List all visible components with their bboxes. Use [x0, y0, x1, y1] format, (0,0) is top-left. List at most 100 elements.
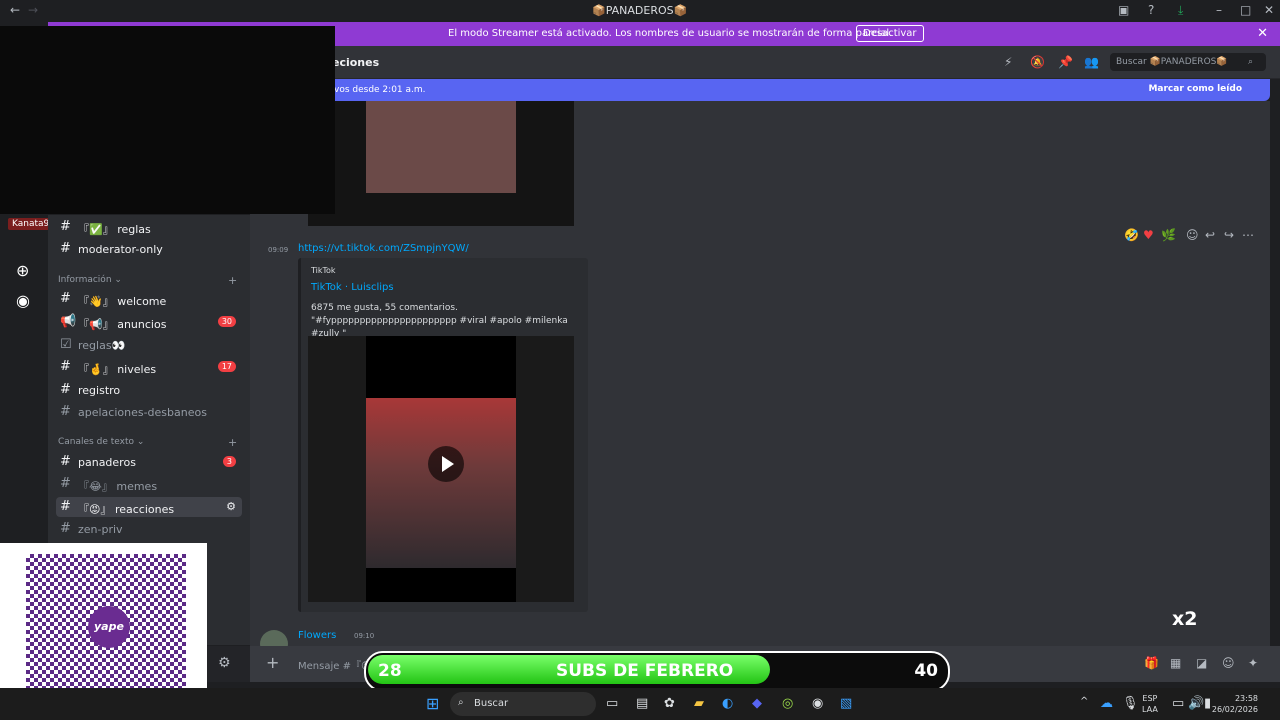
minimize-icon[interactable]: – [1216, 3, 1222, 17]
reply-icon[interactable]: ↩ [1205, 228, 1215, 242]
pin-icon[interactable]: 📌 [1058, 55, 1073, 69]
unread-badge: 30 [217, 316, 236, 327]
megaphone-icon: 📢 [60, 314, 77, 329]
search-icon: ⌕ [458, 697, 464, 708]
download-icon[interactable]: ⤓ [1178, 3, 1183, 18]
subs-goal-bar: 28 SUBS DE FEBRERO 40 [364, 651, 950, 692]
maximize-icon[interactable]: □ [1240, 3, 1251, 17]
channel-zen-priv[interactable]: # zen-priv [56, 519, 242, 539]
hash-icon: # [60, 521, 71, 536]
add-channel-icon[interactable]: + [228, 436, 237, 449]
help-icon[interactable]: ? [1148, 3, 1154, 17]
new-messages-bar[interactable]: vos desde 2:01 a.m. Marcar como leído [250, 79, 1270, 101]
copilot-icon[interactable]: ✿ [664, 696, 675, 711]
gift-icon[interactable]: 🎁 [1144, 656, 1159, 670]
search-input[interactable]: Buscar 📦PANADEROS📦 ⌕ [1110, 53, 1266, 71]
mark-read-button[interactable]: Marcar como leído [1148, 84, 1242, 94]
channel-label: 『😡』 reacciones [78, 503, 175, 516]
app-icon[interactable]: ▧ [840, 696, 852, 711]
deactivate-button[interactable]: Desactivar [856, 25, 924, 42]
add-server-icon[interactable]: ⊕ [16, 261, 29, 280]
members-icon[interactable]: 👥 [1084, 55, 1099, 69]
windows-start-icon[interactable]: ⊞ [426, 694, 439, 713]
new-messages-text: vos desde 2:01 a.m. [334, 85, 426, 95]
custom-reaction-icon[interactable]: 🌿 [1161, 228, 1176, 242]
edge-icon[interactable]: ◐ [722, 696, 733, 711]
channel-label: 『🤞』 niveles [78, 363, 157, 376]
laugh-reaction-icon[interactable]: 🤣 [1124, 228, 1139, 242]
channel-reglas[interactable]: # 『✅』 reglas [56, 217, 242, 237]
close-icon[interactable]: ✕ [1264, 3, 1274, 17]
channel-niveles[interactable]: # 『🤞』 niveles 17 [56, 357, 242, 377]
search-icon: ⌕ [1248, 57, 1254, 67]
mute-icon[interactable]: 🔕 [1030, 55, 1045, 69]
folder-icon[interactable]: ▰ [694, 696, 704, 711]
settings-icon[interactable]: ⚙ [226, 500, 236, 513]
channel-registro[interactable]: # registro [56, 380, 242, 400]
play-icon[interactable] [428, 446, 464, 482]
user-settings-icon[interactable]: ⚙ [218, 655, 231, 671]
tiktok-link[interactable]: https://vt.tiktok.com/ZSmpjnYQW/ [298, 243, 469, 254]
channel-apelaciones[interactable]: # apelaciones-desbaneos [56, 402, 242, 422]
emoji-icon[interactable]: ☺ [1222, 656, 1235, 670]
channel-anuncios[interactable]: 📢 『📢』 anuncios 30 [56, 312, 242, 332]
language-indicator[interactable]: ESP LAA [1142, 693, 1158, 715]
channel-label: zen-priv [78, 523, 123, 536]
attach-icon[interactable]: + [266, 653, 279, 672]
window-title: 📦PANADEROS📦 [592, 4, 688, 17]
hash-icon: # [60, 241, 71, 256]
clock[interactable]: 23:58 26/02/2026 [1212, 693, 1258, 715]
store-icon[interactable]: ▤ [636, 696, 648, 711]
channel-panaderos[interactable]: # panaderos 3 [56, 452, 242, 472]
unread-badge: 17 [217, 361, 236, 372]
app-icon[interactable]: ◎ [782, 696, 793, 711]
battery-icon[interactable]: ▮ [1204, 696, 1211, 711]
channel-label: 『✅』 reglas [78, 223, 151, 236]
heart-reaction-icon[interactable]: ♥ [1143, 228, 1154, 242]
threads-icon[interactable]: ⚡ [1004, 55, 1012, 69]
channel-reglas-eyes[interactable]: ☑ reglas👀 [56, 335, 242, 355]
add-reaction-icon[interactable]: ☺ [1186, 228, 1199, 242]
channel-label: 『👋』 welcome [78, 295, 167, 308]
channel-header: eciones ⚡ 🔕 📌 👥 Buscar 📦PANADEROS📦 ⌕ [250, 46, 1280, 79]
channel-memes[interactable]: # 『😂』 memes [56, 474, 242, 494]
hash-icon: # [60, 359, 71, 374]
channel-reacciones[interactable]: # 『😡』 reacciones ⚙ [56, 497, 242, 517]
mascot-overlay: x2 [1172, 608, 1198, 630]
tray-expand-icon[interactable]: ^ [1080, 696, 1088, 707]
channel-label: registro [78, 384, 121, 397]
channel-label: moderator-only [78, 243, 163, 256]
category-informacion[interactable]: Información ⌄ + [58, 274, 244, 287]
more-icon[interactable]: ⋯ [1242, 228, 1254, 242]
taskbar: ⊞ ⌕ Buscar ▭ ▤ ✿ ▰ ◐ ◆ ◎ ◉ ▧ ^ ☁ 🎙 ESP LA… [0, 688, 1280, 720]
forward-icon[interactable]: ↪ [1224, 228, 1234, 242]
explore-icon[interactable]: ◉ [16, 291, 30, 310]
message-author[interactable]: Flowers [298, 630, 336, 641]
inbox-icon[interactable]: ▣ [1118, 3, 1129, 17]
apps-icon[interactable]: ✦ [1248, 656, 1258, 670]
discord-icon[interactable]: ◆ [752, 696, 762, 711]
tiktok-video[interactable] [308, 336, 574, 602]
taskbar-search[interactable]: ⌕ Buscar [450, 692, 596, 716]
close-banner-icon[interactable]: ✕ [1257, 26, 1268, 41]
obs-icon[interactable]: ◉ [812, 696, 823, 711]
hash-icon: # [60, 476, 71, 491]
task-view-icon[interactable]: ▭ [606, 696, 618, 711]
channel-moderator-only[interactable]: # moderator-only [56, 239, 242, 259]
gif-icon[interactable]: ▦ [1170, 656, 1181, 670]
forward-icon[interactable]: → [28, 3, 38, 17]
onedrive-icon[interactable]: ☁ [1100, 696, 1113, 711]
sticker-icon[interactable]: ◪ [1196, 656, 1207, 670]
embed-title[interactable]: TikTok · Luisclips [311, 282, 394, 293]
category-canales-texto[interactable]: Canales de texto ⌄ + [58, 436, 244, 449]
video-content [366, 398, 516, 568]
channel-welcome[interactable]: # 『👋』 welcome [56, 289, 242, 309]
back-icon[interactable]: ← [10, 3, 20, 17]
microphone-icon[interactable]: 🎙 [1122, 696, 1139, 711]
add-channel-icon[interactable]: + [228, 274, 237, 287]
message-timestamp: 09:10 [354, 632, 375, 640]
channel-title: eciones [332, 56, 380, 69]
hash-icon: # [60, 499, 71, 514]
network-icon[interactable]: ▭ [1172, 696, 1184, 711]
volume-icon[interactable]: 🔊 [1188, 696, 1204, 711]
